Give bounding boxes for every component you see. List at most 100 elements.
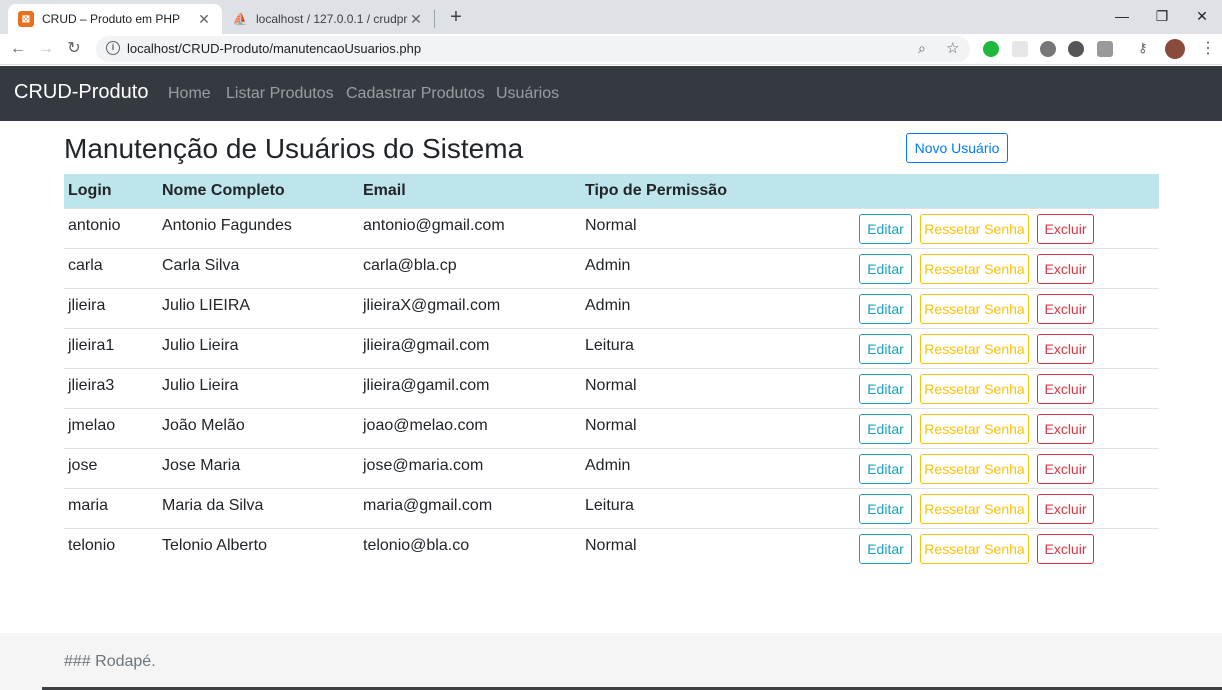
edit-button[interactable]: Editar bbox=[859, 293, 912, 324]
new-user-button[interactable]: Novo Usuário bbox=[906, 133, 1008, 163]
cell-login: jose bbox=[64, 447, 158, 488]
extension-green-icon[interactable] bbox=[983, 41, 999, 57]
delete-button[interactable]: Excluir bbox=[1037, 373, 1094, 404]
reset-password-button[interactable]: Ressetar Senha bbox=[920, 333, 1029, 364]
cell-login: carla bbox=[64, 247, 158, 288]
reset-password-button[interactable]: Ressetar Senha bbox=[920, 453, 1029, 484]
address-bar[interactable]: i localhost/CRUD-Produto/manutencaoUsuar… bbox=[96, 36, 970, 62]
reset-password-button[interactable]: Ressetar Senha bbox=[920, 253, 1029, 284]
cell-actions: Editar Ressetar Senha Excluir bbox=[859, 247, 1159, 288]
footer: ### Rodapé. bbox=[0, 633, 1222, 690]
minimize-icon[interactable]: — bbox=[1102, 4, 1142, 28]
avatar[interactable] bbox=[1165, 39, 1185, 59]
reset-password-button[interactable]: Ressetar Senha bbox=[920, 493, 1029, 524]
cell-nome: Telonio Alberto bbox=[158, 527, 359, 568]
cell-permissao: Normal bbox=[581, 207, 859, 248]
header-tipo-permissao: Tipo de Permissão bbox=[581, 174, 859, 208]
cell-email: jlieira@gmail.com bbox=[359, 327, 581, 368]
back-icon[interactable]: ← bbox=[6, 37, 30, 61]
new-tab-icon[interactable]: + bbox=[444, 5, 468, 29]
cell-permissao: Leitura bbox=[581, 487, 859, 528]
forward-icon[interactable]: → bbox=[34, 37, 58, 61]
extension-shield-icon[interactable] bbox=[1097, 41, 1113, 57]
footer-text: ### Rodapé. bbox=[64, 653, 156, 670]
edit-button[interactable]: Editar bbox=[859, 253, 912, 284]
close-window-icon[interactable]: ✕ bbox=[1182, 4, 1222, 28]
delete-button[interactable]: Excluir bbox=[1037, 453, 1094, 484]
header-actions bbox=[859, 174, 1159, 208]
edit-button[interactable]: Editar bbox=[859, 373, 912, 404]
menu-icon[interactable]: ⋮ bbox=[1200, 38, 1216, 58]
cell-email: jlieira@gamil.com bbox=[359, 367, 581, 408]
nav-link-listar-produtos[interactable]: Listar Produtos bbox=[226, 85, 334, 103]
header-login: Login bbox=[64, 174, 158, 208]
nav-link-cadastrar-produtos[interactable]: Cadastrar Produtos bbox=[346, 85, 485, 103]
navbar-brand[interactable]: CRUD-Produto bbox=[14, 81, 148, 104]
table-row: antonio Antonio Fagundes antonio@gmail.com… bbox=[64, 207, 1159, 248]
table-row: carla Carla Silva carla@bla.cp Admin Editar R… bbox=[64, 247, 1159, 288]
tab-title: CRUD – Produto em PHP bbox=[42, 12, 181, 26]
edit-button[interactable]: Editar bbox=[859, 493, 912, 524]
cell-email: maria@gmail.com bbox=[359, 487, 581, 528]
table-row: jose Jose Maria jose@maria.com Admin Editar R… bbox=[64, 447, 1159, 488]
extension-circle-icon[interactable] bbox=[1068, 41, 1084, 57]
header-email: Email bbox=[359, 174, 581, 208]
cell-login: antonio bbox=[64, 207, 158, 248]
nav-link-home[interactable]: Home bbox=[168, 85, 211, 103]
edit-button[interactable]: Editar bbox=[859, 533, 912, 564]
users-table: Login Nome Completo Email Tipo de Permis… bbox=[64, 174, 1159, 568]
close-tab-icon[interactable]: ✕ bbox=[408, 11, 424, 28]
table-row: maria Maria da Silva maria@gmail.com Leitur… bbox=[64, 487, 1159, 528]
edit-button[interactable]: Editar bbox=[859, 413, 912, 444]
cell-nome: Julio LIEIRA bbox=[158, 287, 359, 328]
edit-button[interactable]: Editar bbox=[859, 453, 912, 484]
cell-permissao: Normal bbox=[581, 407, 859, 448]
edit-button[interactable]: Editar bbox=[859, 333, 912, 364]
tab-separator bbox=[434, 10, 435, 28]
cell-permissao: Admin bbox=[581, 247, 859, 288]
cell-permissao: Normal bbox=[581, 527, 859, 568]
nav-link-usuarios[interactable]: Usuários bbox=[496, 85, 559, 103]
info-icon[interactable]: i bbox=[106, 41, 120, 55]
cell-login: jmelao bbox=[64, 407, 158, 448]
delete-button[interactable]: Excluir bbox=[1037, 293, 1094, 324]
reload-icon[interactable]: ↻ bbox=[62, 37, 86, 61]
restore-icon[interactable]: ❐ bbox=[1142, 4, 1182, 28]
table-row: jlieira Julio LIEIRA jlieiraX@gmail.com Adm… bbox=[64, 287, 1159, 328]
reset-password-button[interactable]: Ressetar Senha bbox=[920, 293, 1029, 324]
cell-login: jlieira3 bbox=[64, 367, 158, 408]
tab-crud-produto[interactable]: ⊠ CRUD – Produto em PHP ✕ bbox=[8, 4, 222, 34]
tab-phpmyadmin[interactable]: ⛵ localhost / 127.0.0.1 / crudprodut ✕ bbox=[222, 4, 434, 34]
cell-email: antonio@gmail.com bbox=[359, 207, 581, 248]
reset-password-button[interactable]: Ressetar Senha bbox=[920, 373, 1029, 404]
reset-password-button[interactable]: Ressetar Senha bbox=[920, 533, 1029, 564]
cell-email: jlieiraX@gmail.com bbox=[359, 287, 581, 328]
cell-login: jlieira bbox=[64, 287, 158, 328]
edit-button[interactable]: Editar bbox=[859, 213, 912, 244]
extension-box-icon[interactable] bbox=[1012, 41, 1028, 57]
close-tab-icon[interactable]: ✕ bbox=[196, 11, 212, 28]
cell-nome: Antonio Fagundes bbox=[158, 207, 359, 248]
url-text[interactable]: localhost/CRUD-Produto/manutencaoUsuario… bbox=[127, 41, 421, 56]
extension-gear-icon[interactable] bbox=[1040, 41, 1056, 57]
cell-permissao: Admin bbox=[581, 287, 859, 328]
reset-password-button[interactable]: Ressetar Senha bbox=[920, 413, 1029, 444]
table-row: jlieira1 Julio Lieira jlieira@gmail.com Lei… bbox=[64, 327, 1159, 368]
cell-permissao: Leitura bbox=[581, 327, 859, 368]
cell-actions: Editar Ressetar Senha Excluir bbox=[859, 327, 1159, 368]
delete-button[interactable]: Excluir bbox=[1037, 253, 1094, 284]
delete-button[interactable]: Excluir bbox=[1037, 333, 1094, 364]
table-row: jmelao João Melão joao@melao.com Normal Edit… bbox=[64, 407, 1159, 448]
cell-nome: Jose Maria bbox=[158, 447, 359, 488]
reset-password-button[interactable]: Ressetar Senha bbox=[920, 213, 1029, 244]
delete-button[interactable]: Excluir bbox=[1037, 213, 1094, 244]
delete-button[interactable]: Excluir bbox=[1037, 493, 1094, 524]
delete-button[interactable]: Excluir bbox=[1037, 413, 1094, 444]
phpmyadmin-icon: ⛵ bbox=[232, 12, 248, 26]
zoom-icon[interactable]: ⌕ bbox=[918, 40, 926, 57]
delete-button[interactable]: Excluir bbox=[1037, 533, 1094, 564]
key-icon[interactable]: ⚷ bbox=[1138, 40, 1154, 56]
cell-login: jlieira1 bbox=[64, 327, 158, 368]
table-body: antonio Antonio Fagundes antonio@gmail.com… bbox=[64, 207, 1159, 568]
bookmark-star-icon[interactable]: ☆ bbox=[946, 39, 959, 57]
